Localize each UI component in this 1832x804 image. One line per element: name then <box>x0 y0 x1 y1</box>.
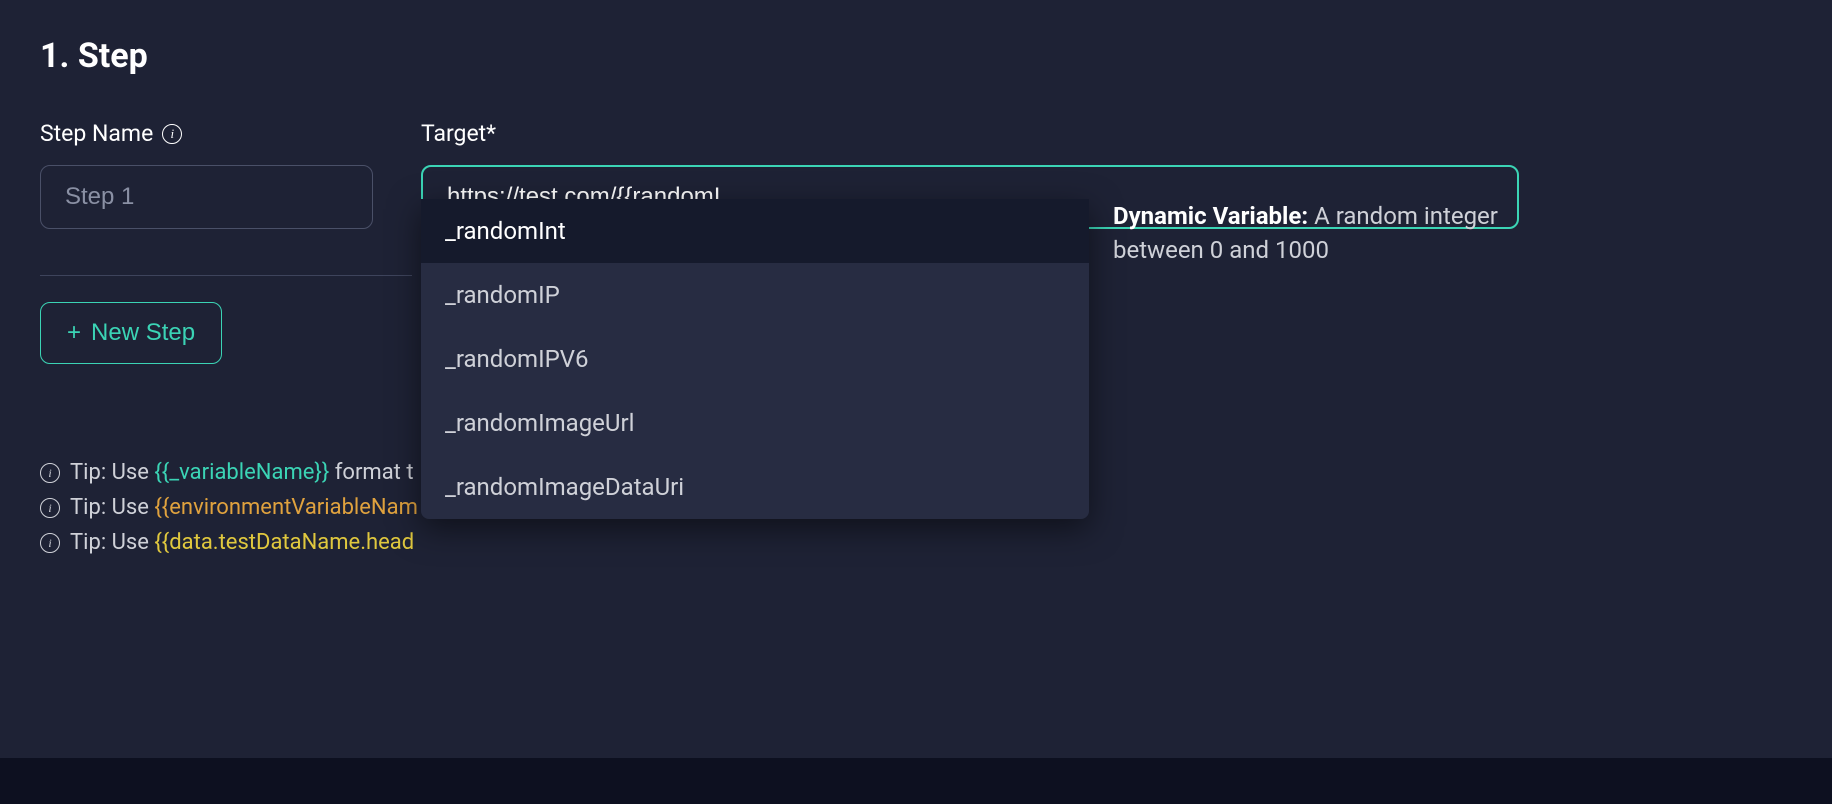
tip-row: i Tip: Use {{data.testDataName.head <box>40 530 1792 555</box>
tip-variable: {{environmentVariableNam <box>154 495 418 520</box>
form-row: Step Name i Target* _randomInt _randomIP… <box>40 120 1792 229</box>
info-icon: i <box>40 498 60 518</box>
step-name-group: Step Name i <box>40 120 373 229</box>
step-name-input[interactable] <box>40 165 373 229</box>
step-heading: 1. Step <box>40 36 1792 76</box>
info-icon: i <box>40 463 60 483</box>
variable-description: Dynamic Variable: A random integer betwe… <box>1113 200 1529 267</box>
new-step-label: New Step <box>91 319 195 347</box>
target-label-text: Target* <box>421 120 496 147</box>
dropdown-item-randomint[interactable]: _randomInt <box>421 199 1089 263</box>
dropdown-item-randomimageurl[interactable]: _randomImageUrl <box>421 391 1089 455</box>
section-divider <box>40 275 412 276</box>
tip-variable: {{_variableName}} <box>154 460 329 485</box>
step-name-label: Step Name i <box>40 120 373 147</box>
autocomplete-dropdown: _randomInt _randomIP _randomIPV6 _random… <box>421 199 1089 519</box>
tip-prefix: Tip: Use <box>70 495 154 520</box>
tip-text: Tip: Use {{_variableName}} format t <box>70 460 414 485</box>
target-group: Target* _randomInt _randomIP _randomIPV6… <box>421 120 1792 229</box>
variable-description-label: Dynamic Variable: <box>1113 202 1308 230</box>
dropdown-item-randomip[interactable]: _randomIP <box>421 263 1089 327</box>
tip-prefix: Tip: Use <box>70 460 154 485</box>
info-icon[interactable]: i <box>162 124 182 144</box>
step-name-label-text: Step Name <box>40 120 153 147</box>
info-icon: i <box>40 533 60 553</box>
new-step-button[interactable]: + New Step <box>40 302 222 364</box>
tip-text: Tip: Use {{data.testDataName.head <box>70 530 414 555</box>
tip-suffix: format t <box>329 460 413 485</box>
tip-prefix: Tip: Use <box>70 530 154 555</box>
dropdown-item-randomimagedatauri[interactable]: _randomImageDataUri <box>421 455 1089 519</box>
footer-bar <box>0 758 1832 804</box>
target-label: Target* <box>421 120 1792 147</box>
plus-icon: + <box>67 321 81 345</box>
dropdown-item-randomipv6[interactable]: _randomIPV6 <box>421 327 1089 391</box>
tip-text: Tip: Use {{environmentVariableNam <box>70 495 418 520</box>
tip-variable: {{data.testDataName.head <box>154 530 414 555</box>
